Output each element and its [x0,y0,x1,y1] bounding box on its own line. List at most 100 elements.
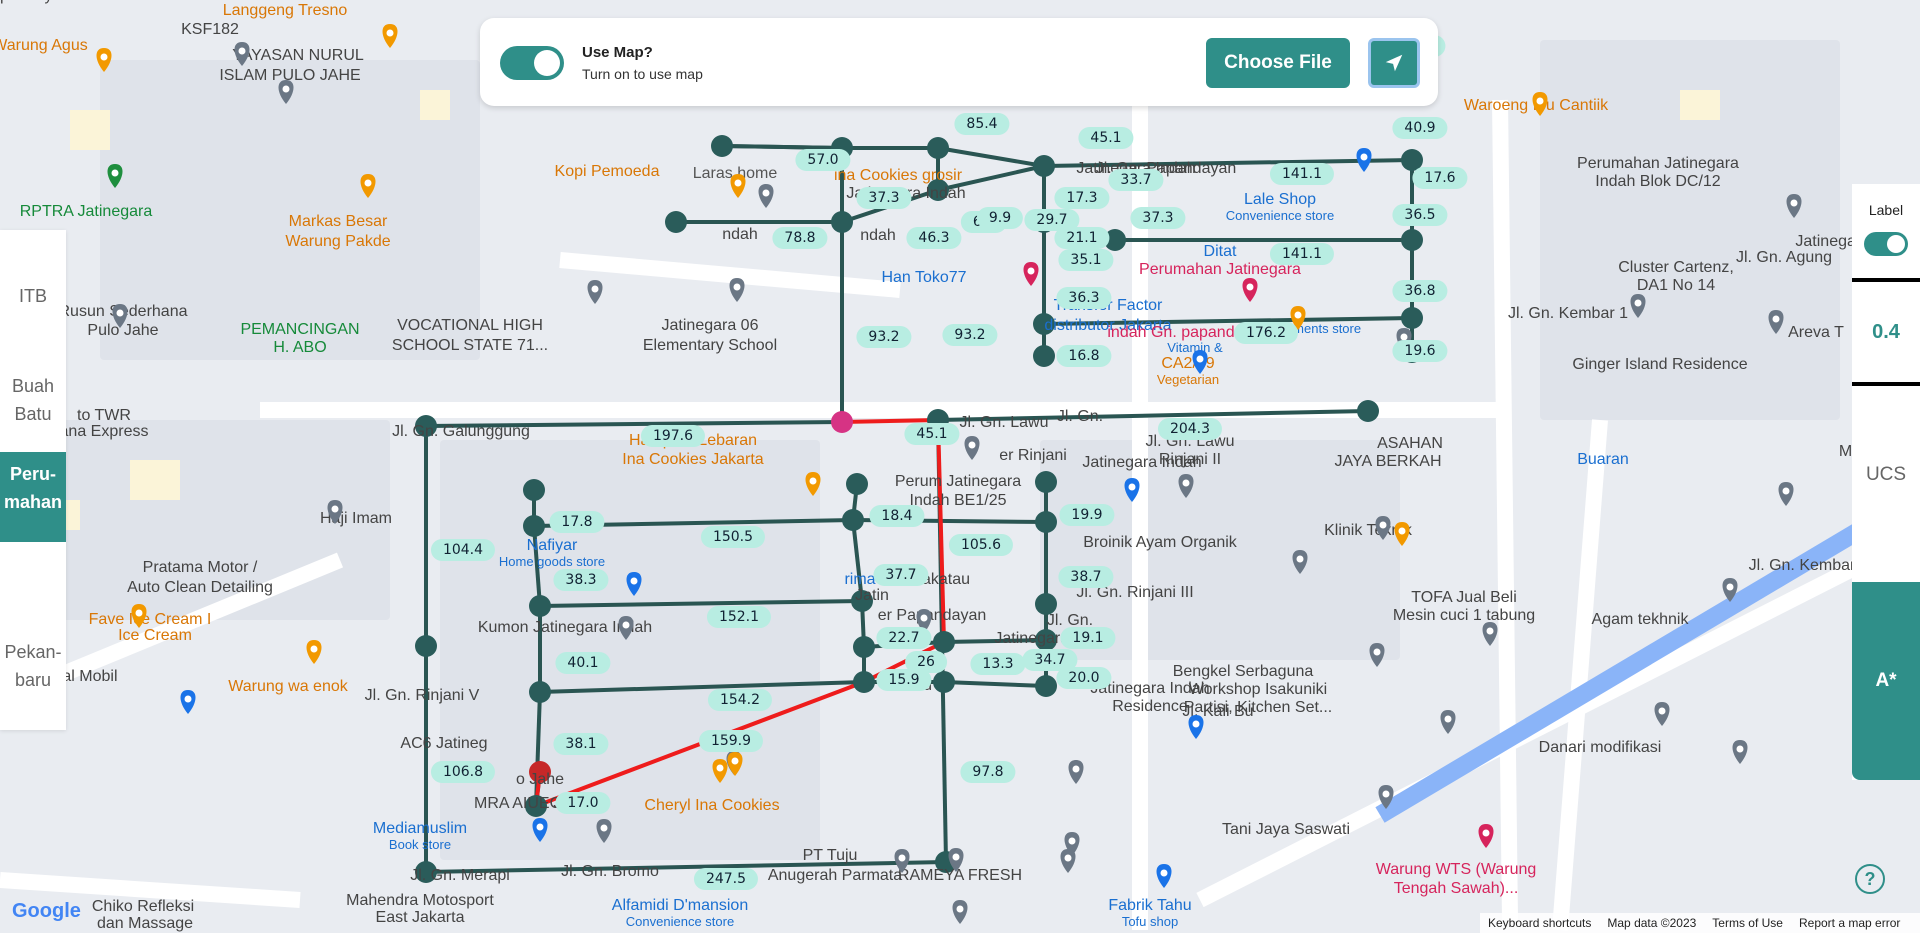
poi-label: Bengkel Serbaguna [1173,663,1314,680]
edge-weight-label: 38.7 [1058,566,1114,588]
poi-label: H. ABO [273,339,326,356]
choose-file-button[interactable]: Choose File [1206,38,1350,88]
edge-weight-label: 37.3 [856,187,912,209]
edge-weight-label: 38.3 [553,569,609,591]
map-footer: Keyboard shortcuts Map data ©2023 Terms … [1480,913,1920,933]
poi-label: ndah [722,226,758,243]
graph-node[interactable] [711,135,733,157]
edge-weight-label: 97.8 [960,761,1016,783]
graph-node[interactable] [853,671,875,693]
edge-weight-label: 197.6 [640,425,706,447]
ucs-button[interactable]: UCS [1852,464,1920,486]
report-error-link[interactable]: Report a map error [1799,916,1900,930]
poi-label: Ditat [1204,243,1237,260]
poi-label: Ice Cream [118,627,192,644]
graph-node[interactable] [1033,155,1055,177]
edge-weight-label: 154.2 [707,689,773,711]
edge-weight-label: 57.0 [795,149,851,171]
poi-label: Fave Ice Cream I [89,611,212,628]
edge-weight-label: 16.8 [1056,345,1112,367]
poi-label: Rinjani II [1159,451,1221,468]
graph-node[interactable] [842,509,864,531]
graph-node[interactable] [415,635,437,657]
city-option[interactable]: ITB [0,282,66,310]
city-option[interactable]: Peru-mahan [0,452,66,542]
edge-weight-label: 141.1 [1269,163,1335,185]
edge-weight-label: 19.1 [1060,627,1116,649]
graph-node[interactable] [529,595,551,617]
edge-weight-label: 17.6 [1412,167,1468,189]
graph-node[interactable] [1401,307,1423,329]
city-selector: ITB Buah Batu Peru-mahan Pekan-baru [0,230,66,730]
edge-weight-label: 247.5 [693,868,759,890]
edge-weight-label: 33.7 [1108,169,1164,191]
edge-weight-label: 141.1 [1269,243,1335,265]
poi-label: East Jakarta [376,909,465,926]
poi-label: Danari modifikasi [1539,739,1662,756]
graph-node[interactable] [1035,675,1057,697]
poi-label: Warung WTS (Warung [1376,861,1537,878]
graph-node[interactable] [831,211,853,233]
edge-weight-label: 150.5 [700,526,766,548]
poi-label: Tengah Sawah)... [1394,880,1519,897]
poi-label: Vegetarian [1157,372,1219,387]
graph-node[interactable] [665,211,687,233]
graph-node[interactable] [853,636,875,658]
edge-weight-label: 15.9 [876,669,932,691]
edge-weight-label: 21.1 [1054,227,1110,249]
poi-label: Cheryl Ina Cookies [644,797,779,814]
graph-node[interactable] [831,411,853,433]
graph-node[interactable] [933,671,955,693]
city-option[interactable]: Pekan-baru [0,638,66,694]
weight-value[interactable]: 0.4 [1852,278,1920,386]
poi-label: Warung Agus [0,37,88,54]
help-icon[interactable]: ? [1855,864,1885,894]
edge-weight-label: 35.1 [1058,249,1114,271]
locate-button[interactable] [1368,38,1420,88]
label-toggle[interactable] [1864,232,1908,256]
graph-node[interactable] [1401,229,1423,251]
poi-label: Auto Clean Detailing [127,579,273,596]
poi-label: Buaran [1577,451,1629,468]
keyboard-shortcuts-link[interactable]: Keyboard shortcuts [1488,916,1591,930]
terms-link[interactable]: Terms of Use [1712,916,1783,930]
graph-node[interactable] [1035,511,1057,533]
poi-label: rima [844,571,875,588]
graph-node[interactable] [523,479,545,501]
poi-label: Jl. Gn. Rinjani V [365,687,480,704]
poi-label: Ginger Island Residence [1572,356,1747,373]
poi-label: RAMEYA FRESH [898,867,1022,884]
map-canvas[interactable]: Warung Agus KSF182 Langgeng Tresno YAYASAN … [0,0,1920,933]
poi-label: PEMANCINGAN [240,321,359,338]
poi-label: ndah [860,227,896,244]
poi-label: Ina Cookies Jakarta [622,451,764,468]
poi-label: Indah Blok DC/12 [1595,173,1721,190]
graph-node[interactable] [1035,471,1057,493]
edge-weight-label: 38.1 [553,733,609,755]
graph-node[interactable] [1357,400,1379,422]
path-edge [841,418,939,424]
edge-weight-label: 105.6 [948,534,1014,556]
graph-node[interactable] [529,681,551,703]
graph-node[interactable] [523,515,545,537]
poi-label: Cluster Cartenz, [1618,259,1734,276]
use-map-toggle[interactable] [500,46,564,80]
graph-node[interactable] [1033,345,1055,367]
city-option[interactable]: Buah Batu [0,372,66,428]
edge-weight-label: 18.4 [869,505,925,527]
graph-node[interactable] [846,473,868,495]
poi-label: SCHOOL STATE 71... [392,337,548,354]
poi-label: Nafiyar [527,537,578,554]
graph-node[interactable] [933,631,955,653]
edge-weight-label: 46.3 [906,227,962,249]
astar-button[interactable]: A* [1852,582,1920,780]
poi-label: PT Tuju [803,847,858,864]
graph-node[interactable] [927,137,949,159]
poi-label: Jl. Gn. Kembar [1749,557,1856,574]
poi-label: Mediamuslim [373,820,467,837]
poi-label: er Papandayan [878,607,987,624]
poi-label: Agam tekhnik [1592,611,1690,628]
edge-weight-label: 106.8 [430,761,496,783]
poi-label: dan Massage [97,915,193,932]
poi-label: DA1 No 14 [1637,277,1715,294]
